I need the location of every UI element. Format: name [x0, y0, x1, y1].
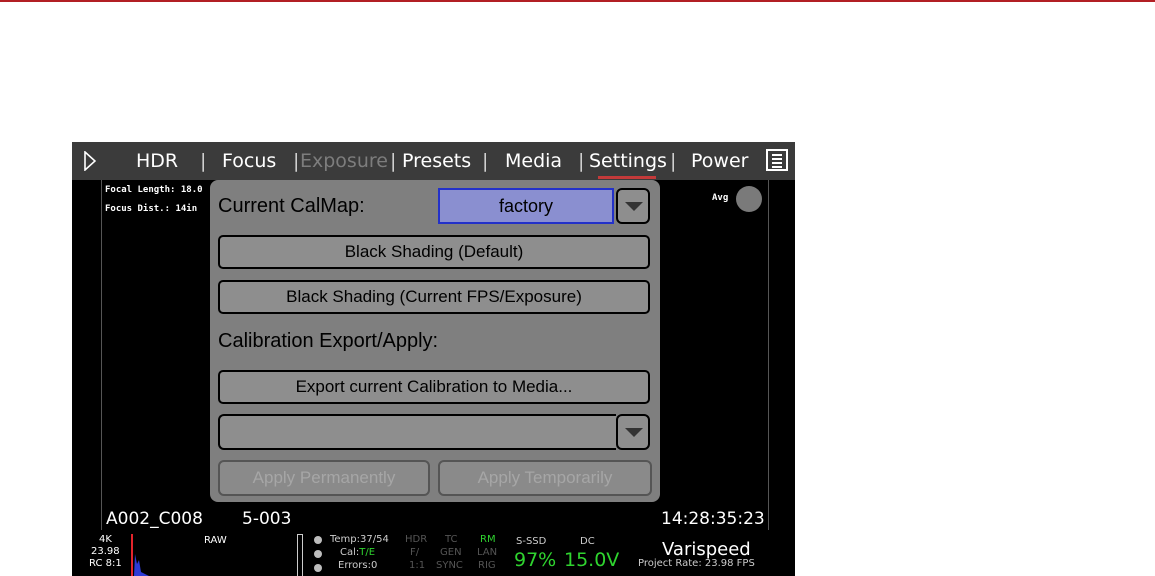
tab-separator: | — [293, 150, 300, 172]
lan-indicator: LAN — [477, 547, 498, 558]
tab-separator: | — [390, 150, 397, 172]
clip-name: A002_C008 — [106, 509, 203, 529]
tab-separator: | — [200, 150, 207, 172]
media-remaining: 97% — [514, 549, 557, 571]
gen-indicator: GEN — [440, 547, 462, 558]
focal-length-readout: Focal Length: 18.0 — [105, 185, 203, 195]
compression: RC 8:1 — [89, 558, 122, 569]
media-label: S-SSD — [516, 536, 547, 547]
tc-indicator: TC — [445, 534, 458, 545]
black-shading-default-button[interactable]: Black Shading (Default) — [218, 235, 650, 269]
hdr-indicator: HDR — [405, 534, 428, 545]
apply-permanently-button[interactable]: Apply Permanently — [218, 460, 430, 496]
top-menu-bar: HDR | Focus | Exposure | Presets | Media… — [72, 142, 795, 180]
tab-separator: | — [670, 150, 677, 172]
rm-indicator: RM — [480, 534, 496, 545]
tab-media[interactable]: Media — [505, 148, 562, 174]
play-icon[interactable] — [84, 151, 96, 171]
calibration-file-select[interactable] — [218, 414, 616, 450]
focus-distance-readout: Focus Dist.: 14in — [105, 204, 198, 214]
tab-focus[interactable]: Focus — [222, 148, 276, 174]
active-tab-indicator — [598, 176, 656, 179]
error-count: Errors:0 — [338, 560, 378, 571]
tab-settings[interactable]: Settings — [589, 148, 667, 174]
sync-indicator: SYNC — [436, 560, 463, 571]
tab-exposure[interactable]: Exposure — [300, 148, 388, 174]
dropdown-arrow-icon[interactable] — [616, 414, 650, 450]
power-label: DC — [580, 536, 595, 547]
status-dot-icon — [314, 536, 322, 544]
calmap-select[interactable]: factory — [438, 188, 614, 224]
tab-power[interactable]: Power — [691, 148, 748, 174]
reel-number: 5-003 — [242, 509, 292, 529]
tab-separator: | — [578, 150, 585, 172]
black-shading-current-button[interactable]: Black Shading (Current FPS/Exposure) — [218, 280, 650, 314]
power-voltage: 15.0V — [564, 549, 620, 571]
avg-label: Avg — [712, 193, 729, 203]
temperature: Temp:37/54 — [330, 534, 389, 545]
rig-indicator: RIG — [478, 560, 496, 571]
tab-presets[interactable]: Presets — [402, 148, 471, 174]
audio-meter — [297, 534, 303, 576]
project-rate: Project Rate: 23.98 FPS — [638, 558, 755, 569]
export-calibration-button[interactable]: Export current Calibration to Media... — [218, 370, 650, 404]
status-dot-icon — [314, 550, 322, 558]
avg-indicator-icon — [736, 186, 762, 212]
status-dot-icon — [314, 564, 322, 572]
frame-rate: 23.98 — [91, 546, 120, 557]
current-calmap-label: Current CalMap: — [218, 195, 365, 217]
f-stop-indicator: F/ — [410, 547, 420, 558]
apply-temporarily-button[interactable]: Apply Temporarily — [438, 460, 652, 496]
menu-icon[interactable] — [766, 149, 788, 171]
recording-format: RAW — [204, 535, 227, 546]
camera-screen: HDR | Focus | Exposure | Presets | Media… — [72, 142, 795, 576]
resolution: 4K — [99, 534, 112, 545]
timecode: 14:28:35:23 — [661, 509, 765, 529]
dropdown-arrow-icon[interactable] — [616, 188, 650, 224]
calibration-status: Cal:T/E — [340, 547, 376, 558]
status-bar: 4K 23.98 RC 8:1 RAW Temp:37/54 Cal:T/E E… — [72, 532, 795, 576]
tab-separator: | — [482, 150, 489, 172]
ratio-indicator: 1:1 — [409, 560, 426, 571]
header-rule — [0, 0, 1155, 2]
tab-hdr[interactable]: HDR — [136, 148, 178, 174]
calibration-export-label: Calibration Export/Apply: — [218, 330, 439, 352]
calibration-panel: Current CalMap: factory Black Shading (D… — [210, 180, 660, 502]
varispeed-label: Varispeed — [662, 539, 751, 560]
